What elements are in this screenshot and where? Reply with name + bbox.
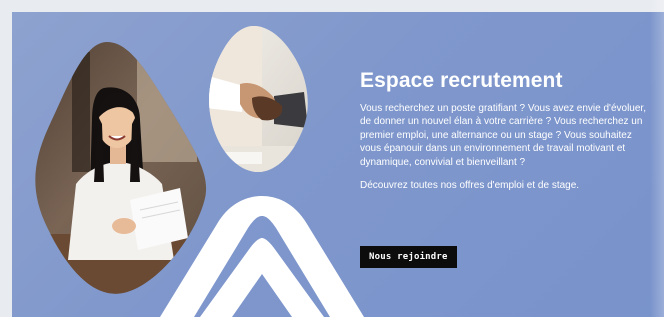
banner-artwork [35,26,364,317]
join-us-button[interactable]: Nous rejoindre [360,246,457,268]
offers-text: Découvrez toutes nos offres d'emploi et … [360,180,580,192]
recruitment-content: Espace recrutement Vous recherchez un po… [360,68,652,268]
recruitment-intro: Vous recherchez un poste gratifiant ? Vo… [360,103,646,168]
recruitment-banner: Espace recrutement Vous recherchez un po… [12,12,664,317]
recruitment-title: Espace recrutement [360,69,563,92]
right-edge-highlight [650,0,664,317]
page: Espace recrutement Vous recherchez un po… [0,0,664,317]
handshake-photo [209,26,308,172]
